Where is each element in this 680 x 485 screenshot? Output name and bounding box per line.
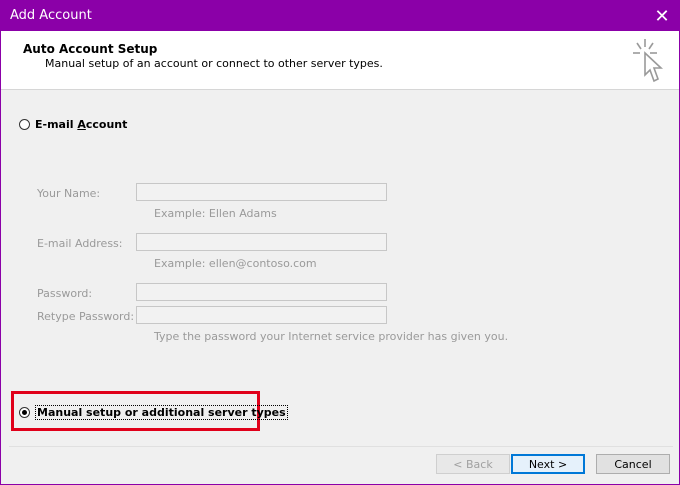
manual-setup-radio[interactable] [19,407,30,418]
your-name-input[interactable] [136,183,387,201]
password-label: Password: [37,287,93,300]
email-address-input[interactable] [136,233,387,251]
sparkle-cursor-icon [633,39,664,83]
header-panel: Auto Account Setup Manual setup of an ac… [1,31,679,90]
email-account-option[interactable]: E-mail Account [19,118,127,131]
cancel-button[interactable]: Cancel [596,454,670,474]
title-bar: Add Account ✕ [1,1,679,31]
email-address-label: E-mail Address: [37,237,123,250]
your-name-example: Example: Ellen Adams [154,207,277,220]
email-address-example: Example: ellen@contoso.com [154,257,317,270]
header-subtitle: Manual setup of an account or connect to… [45,57,383,70]
manual-setup-label: Manual setup or additional server types [35,405,288,420]
email-account-label: E-mail Account [35,118,128,131]
your-name-label: Your Name: [37,187,101,200]
password-hint: Type the password your Internet service … [154,330,509,343]
header-title: Auto Account Setup [23,42,158,56]
retype-password-label: Retype Password: [37,310,135,323]
password-input[interactable] [136,283,387,301]
footer-separator [9,446,673,447]
back-button[interactable]: < Back [436,454,510,474]
retype-password-input[interactable] [136,306,387,324]
email-account-radio[interactable] [19,119,30,130]
window-title: Add Account [10,8,92,23]
add-account-dialog: Add Account ✕ Auto Account Setup Manual … [0,0,680,485]
close-icon[interactable]: ✕ [645,1,679,31]
manual-setup-option[interactable]: Manual setup or additional server types [19,405,288,420]
next-button[interactable]: Next > [511,454,585,474]
